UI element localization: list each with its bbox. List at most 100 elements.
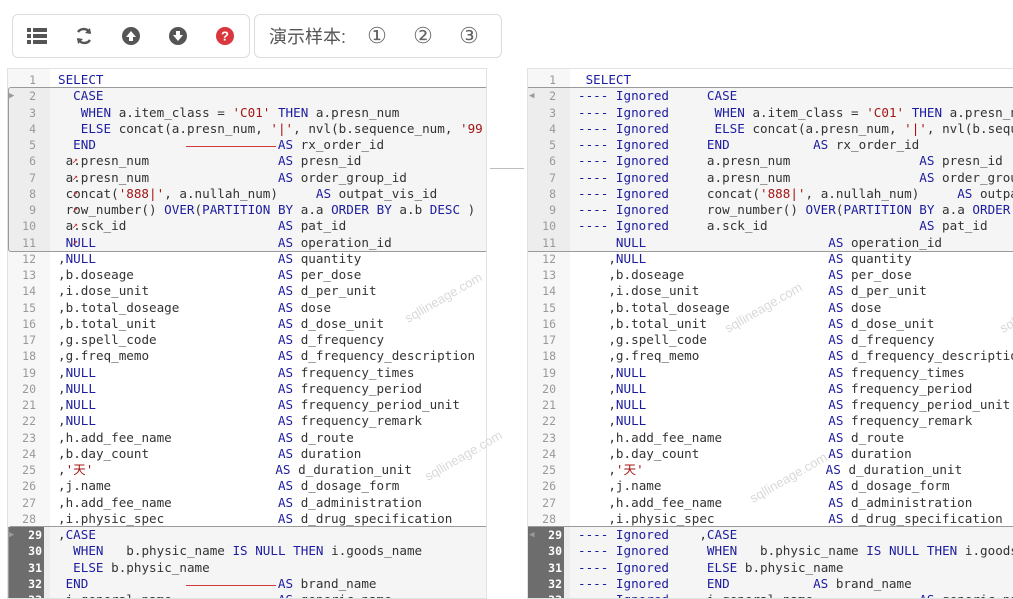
code-line[interactable]: 13 ,b.doseage AS per_dose xyxy=(8,267,486,283)
code-line[interactable]: 32 ---- Ignored END AS brand_name xyxy=(528,575,1013,592)
fold-arrow-icon[interactable]: ◀ xyxy=(529,530,534,540)
code-line[interactable]: 14 ,i.dose_unit AS d_per_unit xyxy=(8,283,486,299)
fold-arrow-icon[interactable]: ◀ xyxy=(529,91,534,101)
code-line[interactable]: 21 ,NULL AS frequency_period_unit xyxy=(8,397,486,413)
code-line[interactable]: 16 ,b.total_unit AS d_dose_unit xyxy=(8,316,486,332)
code-line[interactable]: 2 ---- Ignored CASE xyxy=(528,88,1013,105)
code-line[interactable]: 7 a.presn_num AS order_group_id xyxy=(8,169,486,186)
code-line[interactable]: 27 ,h.add_fee_name AS d_administration xyxy=(8,494,486,511)
sample-button-1[interactable]: ① xyxy=(354,23,400,49)
code-line[interactable]: 22 ,NULL AS frequency_remark xyxy=(8,413,486,429)
code-line[interactable]: 4 ---- Ignored ELSE concat(a.presn_num, '… xyxy=(528,120,1013,137)
code-line[interactable]: 22 ,NULL AS frequency_remark xyxy=(528,413,1013,429)
code-line[interactable]: 18 ,g.freq_memo AS d_frequency_descriptio… xyxy=(8,348,486,364)
code-line[interactable]: 33 ---- Ignored i.general_name AS generic… xyxy=(528,592,1013,598)
code-line[interactable]: 20 ,NULL AS frequency_period xyxy=(528,381,1013,397)
sql-keyword: THEN xyxy=(926,543,958,559)
ignored-marker: ---- Ignored xyxy=(578,169,669,185)
code-line[interactable]: 9 row_number() OVER(PARTITION BY a.a ORD… xyxy=(8,202,486,219)
sql-token: presn_num xyxy=(186,120,256,136)
sql-text: . xyxy=(73,510,81,526)
code-line[interactable]: 28 ,i.physic_spec AS d_drug_specificatio… xyxy=(528,511,1013,527)
code-line[interactable]: 13 ,b.doseage AS per_dose xyxy=(528,267,1013,283)
code-line[interactable]: 3 ---- Ignored WHEN a.item_class = 'C01' … xyxy=(528,104,1013,121)
code-line[interactable]: 15 ,b.total_doseage AS dose xyxy=(528,300,1013,316)
code-line[interactable]: 19 ,NULL AS frequency_times xyxy=(8,365,486,381)
help-icon[interactable]: ? xyxy=(210,21,240,51)
code-line[interactable]: 31 ELSE b.physic_name xyxy=(8,559,486,576)
code-line[interactable]: 10 ---- Ignored a.sck_id AS pat_id xyxy=(528,218,1013,235)
upload-icon[interactable] xyxy=(116,21,146,51)
code-line[interactable]: 12 ,NULL AS quantity xyxy=(8,251,486,267)
code-line[interactable]: 33 ,i.general_name AS generic_name xyxy=(8,592,486,598)
code-line[interactable]: 20 ,NULL AS frequency_period xyxy=(8,381,486,397)
code-line[interactable]: 5 ---- Ignored END AS rx_order_id xyxy=(528,137,1013,154)
sql-token: b xyxy=(615,315,624,331)
code-line[interactable]: 17 ,g.spell_code AS d_frequency xyxy=(8,332,486,348)
sql-keyword: BY xyxy=(919,202,935,217)
sql-text: . xyxy=(623,348,632,364)
code-line[interactable]: 14 ,i.dose_unit AS d_per_unit xyxy=(528,283,1013,299)
right-editor[interactable]: 1 SELECT 2 ---- Ignored CASE 3 ---- Ignored … xyxy=(527,68,1013,599)
code-line[interactable]: 26 ,j.name AS d_dosage_form xyxy=(528,478,1013,494)
fold-arrow-icon[interactable]: ▶ xyxy=(9,530,14,540)
code-line[interactable]: 4 ELSE concat(a.presn_num, '|', nvl(b.se… xyxy=(8,120,486,137)
sql-token: b xyxy=(615,299,624,315)
fold-arrow-icon[interactable]: ▶ xyxy=(9,91,14,101)
sample-button-2[interactable]: ② xyxy=(400,23,446,49)
line-number: 7 xyxy=(549,170,556,185)
code-line[interactable]: 28 ,i.physic_spec AS d_drug_specification xyxy=(8,510,486,527)
code-line[interactable]: 11 NULL AS operation_id xyxy=(8,234,486,251)
sql-token: add_fee_name xyxy=(80,494,172,510)
code-line[interactable]: 10 a.sck_id AS pat_id xyxy=(8,218,486,235)
code-line[interactable]: 30 WHEN b.physic_name IS NULL THEN i.goo… xyxy=(8,543,486,560)
code-line[interactable]: 30 ---- Ignored WHEN b. physic_name IS NUL… xyxy=(528,543,1013,560)
code-line[interactable]: 17 ,g.spell_code AS d_frequency xyxy=(528,332,1013,348)
left-editor[interactable]: 1 SELECT 2 CASE 3 WHEN a.item_class = 'C01'… xyxy=(7,68,487,599)
sql-token: physic_name xyxy=(141,543,225,559)
sample-button-3[interactable]: ③ xyxy=(446,23,492,49)
code-line[interactable]: 6 ---- Ignored a.presn_num AS presn_id xyxy=(528,153,1013,170)
list-icon[interactable] xyxy=(22,21,52,51)
code-line[interactable]: 11 NULL AS operation_id xyxy=(528,234,1013,251)
refresh-icon[interactable] xyxy=(69,21,99,51)
sql-text: , xyxy=(578,494,616,510)
code-line[interactable]: 23 ,h.add_fee_name AS d_route xyxy=(8,430,486,446)
code-line[interactable]: 26 ,j.name AS d_dosage_form xyxy=(8,478,486,494)
code-line[interactable]: 31 ---- Ignored ELSE b.physic_name xyxy=(528,559,1013,576)
code-line[interactable]: 21 ,NULL AS frequency_period_unit xyxy=(528,397,1013,413)
code-line[interactable]: 12 ,NULL AS quantity xyxy=(528,251,1013,267)
code-line[interactable]: 24 ,b.day_count AS duration xyxy=(8,446,486,462)
ignored-marker: ---- Ignored xyxy=(578,137,669,152)
code-line[interactable]: 1 SELECT xyxy=(528,72,1013,88)
code-line[interactable]: 2 CASE xyxy=(8,88,486,105)
sql-text: , xyxy=(58,397,66,412)
code-line[interactable]: 23 ,h.add_fee_name AS d_route xyxy=(528,430,1013,446)
code-line[interactable]: 8 concat('888|', a.nullah_num) AS outpat… xyxy=(8,185,486,202)
code-line[interactable]: 8 ---- Ignored concat('888|', a.nullah_nu… xyxy=(528,185,1013,202)
sql-token: physic_name xyxy=(775,543,859,559)
code-line[interactable]: 16 ,b.total_unit AS d_dose_unit xyxy=(528,316,1013,332)
code-line[interactable]: 15 ,b.total_doseage AS dose xyxy=(8,300,486,316)
code-line[interactable]: 25 ,'天' AS d_duration_unit xyxy=(8,462,486,478)
line-number: 8 xyxy=(29,186,36,201)
code-line[interactable]: 7 ---- Ignored a.presn_num AS order_group… xyxy=(528,169,1013,186)
line-number: 16 xyxy=(22,316,36,331)
code-line[interactable]: 3 WHEN a.item_class = 'C01' THEN a.presn… xyxy=(8,104,486,121)
code-line[interactable]: 19 ,NULL AS frequency_times xyxy=(528,365,1013,381)
code-line[interactable]: 24 ,b.day_count AS duration xyxy=(528,446,1013,462)
code-text: ---- Ignored CASE xyxy=(578,88,737,104)
code-line[interactable]: 9 ---- Ignored row_number() OVER(PARTITIO… xyxy=(528,202,1013,219)
code-line[interactable]: 6 a.presn_num AS presn_id xyxy=(8,153,486,170)
code-line[interactable]: 18 ,g.freq_memo AS d_frequency_descripti… xyxy=(528,348,1013,364)
code-line[interactable]: 27 ,h.add_fee_name AS d_administration xyxy=(528,495,1013,511)
code-line[interactable]: 1 SELECT xyxy=(8,72,486,88)
download-icon[interactable] xyxy=(163,21,193,51)
sql-keyword: AS xyxy=(828,267,844,282)
code-line[interactable]: 25 ,'天' AS d_duration_unit xyxy=(528,462,1013,478)
code-line[interactable]: 29 ,CASE xyxy=(8,527,486,544)
code-line[interactable]: 29 ---- Ignored ,CASE xyxy=(528,527,1013,544)
